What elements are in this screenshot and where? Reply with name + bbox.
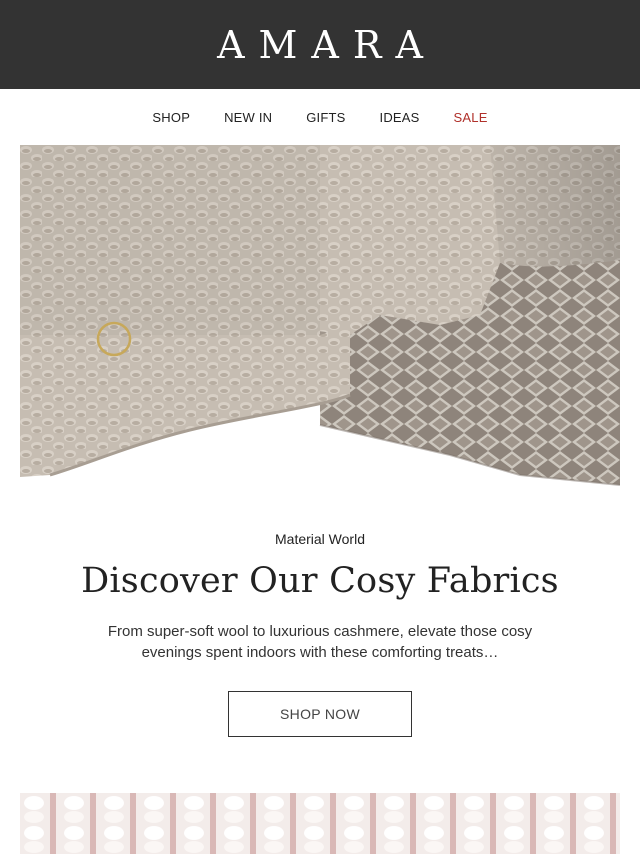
shop-now-button[interactable]: SHOP NOW: [228, 691, 412, 737]
brand-logo[interactable]: AMARA: [217, 23, 437, 67]
nav-item-ideas[interactable]: IDEAS: [363, 110, 437, 125]
nav-item-new-in[interactable]: NEW IN: [207, 110, 289, 125]
nav-item-sale[interactable]: SALE: [437, 110, 505, 125]
pink-knit-illustration: [20, 793, 620, 854]
main-nav: SHOP NEW IN GIFTS IDEAS SALE: [0, 89, 640, 145]
promo-eyebrow: Material World: [275, 531, 365, 547]
nav-item-gifts[interactable]: GIFTS: [289, 110, 362, 125]
next-section-image[interactable]: [20, 793, 620, 854]
knit-blanket-illustration: [20, 145, 620, 487]
header-bar: AMARA: [0, 0, 640, 89]
promo-headline: Discover Our Cosy Fabrics: [81, 561, 559, 601]
promo-body: From super-soft wool to luxurious cashme…: [107, 623, 533, 661]
promo-section: Material World Discover Our Cosy Fabrics…: [0, 531, 640, 737]
hero-image-knit-blanket[interactable]: [20, 145, 620, 487]
nav-item-shop[interactable]: SHOP: [135, 110, 207, 125]
